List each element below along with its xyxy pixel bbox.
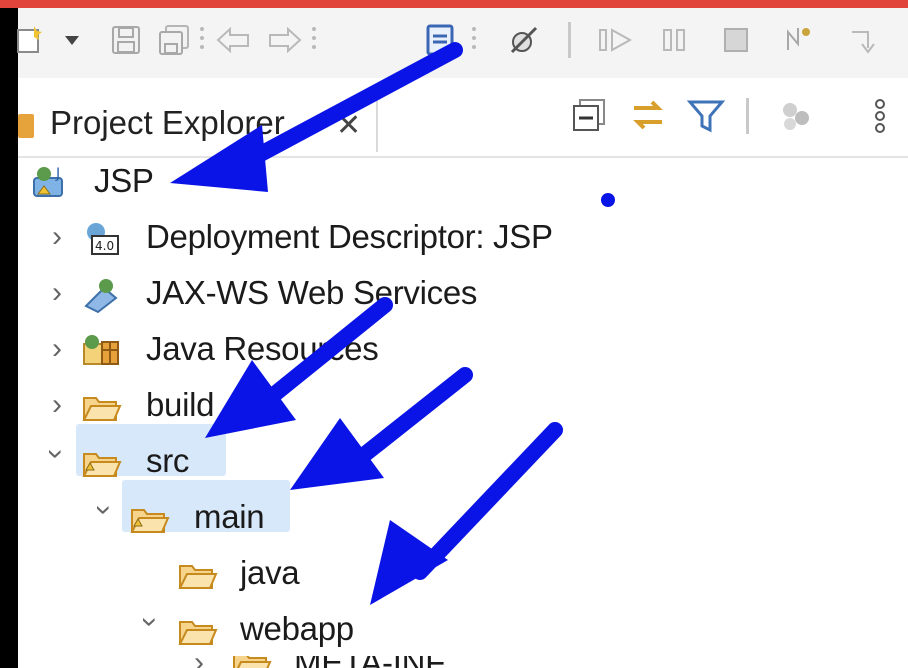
svg-text:4.0: 4.0: [95, 239, 114, 253]
project-tree: J JSP › 4.0 Deployment Descriptor: JSP ›…: [18, 156, 908, 668]
tree-item-label: main: [194, 498, 265, 535]
focus-icon[interactable]: [776, 96, 816, 136]
tree-item-meta-inf[interactable]: › META-INF: [18, 656, 818, 668]
tree-item-label: webapp: [240, 610, 354, 647]
redo-icon[interactable]: [264, 24, 304, 56]
project-explorer-icon: [18, 114, 34, 138]
tree-item-main[interactable]: › main: [18, 492, 818, 548]
main-toolbar: [17, 8, 908, 78]
folder-icon: [178, 612, 218, 650]
window-top-border: [0, 0, 908, 8]
view-toolbar-separator: [746, 98, 749, 134]
tree-item-src[interactable]: › src: [18, 436, 818, 492]
step-into-icon[interactable]: [848, 24, 880, 56]
folder-icon: [82, 444, 122, 482]
chevron-down-icon[interactable]: ›: [88, 505, 121, 529]
resume-icon[interactable]: [596, 24, 636, 56]
svg-text:J: J: [55, 166, 60, 182]
toolbar-separator: [568, 22, 571, 58]
tree-item-label: Java Resources: [146, 330, 379, 367]
tree-item-build[interactable]: › build: [18, 380, 818, 436]
open-file-icon[interactable]: [424, 24, 456, 56]
tree-item-java[interactable]: java: [18, 548, 818, 604]
web-services-icon: [82, 276, 122, 314]
tree-item-label: Deployment Descriptor: JSP: [146, 218, 553, 255]
chevron-right-icon[interactable]: ›: [52, 334, 76, 364]
view-header: Project Explorer ✕: [18, 78, 908, 158]
terminate-icon[interactable]: [720, 24, 752, 56]
chevron-down-icon[interactable]: ›: [40, 449, 73, 473]
left-edge-panel: [0, 8, 18, 668]
close-icon[interactable]: ✕: [336, 108, 361, 143]
toolbar-separator: [312, 22, 316, 58]
deployment-descriptor-icon: 4.0: [82, 220, 122, 258]
collapse-all-icon[interactable]: [570, 96, 610, 136]
chevron-right-icon[interactable]: ›: [52, 278, 76, 308]
link-with-editor-icon[interactable]: [628, 96, 668, 136]
tab-project-explorer[interactable]: Project Explorer ✕: [18, 86, 378, 152]
dropdown-icon[interactable]: [62, 24, 82, 56]
filter-icon[interactable]: [686, 96, 726, 136]
tree-item-jsp[interactable]: J JSP: [18, 156, 818, 212]
folder-icon: [232, 656, 272, 668]
view-menu-icon[interactable]: [868, 96, 892, 136]
java-resources-icon: [82, 332, 122, 370]
tree-item-deployment-descriptor[interactable]: › 4.0 Deployment Descriptor: JSP: [18, 212, 818, 268]
chevron-right-icon[interactable]: ›: [52, 390, 76, 420]
folder-icon: [178, 556, 218, 594]
tree-item-label: JSP: [94, 162, 154, 199]
folder-icon: [82, 388, 122, 426]
folder-icon: [130, 500, 170, 538]
tree-item-label: META-INF: [294, 656, 445, 668]
disconnect-icon[interactable]: [782, 24, 814, 56]
tree-item-label: java: [240, 554, 300, 591]
new-wizard-icon[interactable]: [14, 24, 46, 56]
tree-item-label: src: [146, 442, 190, 479]
chevron-right-icon[interactable]: ›: [52, 222, 76, 252]
tree-item-jax-ws[interactable]: › JAX-WS Web Services: [18, 268, 818, 324]
web-project-icon: J: [32, 164, 72, 202]
skip-breakpoints-icon[interactable]: [508, 24, 540, 56]
save-all-icon[interactable]: [158, 24, 190, 56]
tab-label: Project Explorer: [50, 104, 285, 141]
chevron-down-icon[interactable]: ›: [134, 617, 167, 641]
suspend-icon[interactable]: [658, 24, 690, 56]
tree-item-label: build: [146, 386, 215, 423]
save-icon[interactable]: [110, 24, 142, 56]
tree-item-java-resources[interactable]: › Java Resources: [18, 324, 818, 380]
toolbar-separator: [200, 22, 204, 58]
toolbar-separator: [472, 22, 476, 58]
tree-item-webapp[interactable]: › webapp: [18, 604, 818, 660]
tree-item-label: JAX-WS Web Services: [146, 274, 478, 311]
undo-icon[interactable]: [214, 24, 254, 56]
chevron-right-icon[interactable]: ›: [194, 656, 218, 668]
